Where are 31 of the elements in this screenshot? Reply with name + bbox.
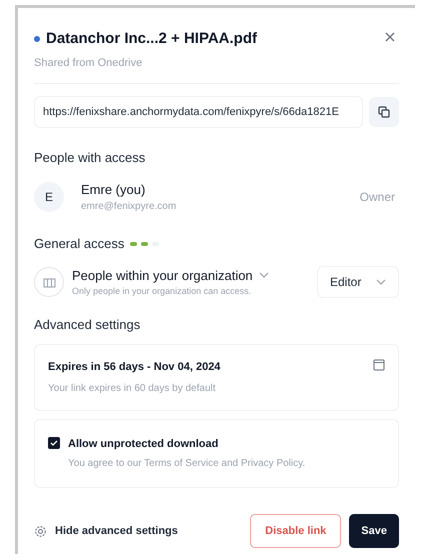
section-heading: General access xyxy=(34,235,124,253)
file-title: Datanchor Inc...2 + HIPAA.pdf xyxy=(46,29,258,49)
link-field[interactable]: https://fenixshare.anchormydata.com/fenixpyre/s/66da1821E xyxy=(34,96,363,128)
person-name: Emre (you) xyxy=(81,180,146,199)
avatar: E xyxy=(34,182,64,212)
access-scope-hint: Only people in your organization can access. xyxy=(72,285,252,298)
file-subtitle: Shared from Onedrive xyxy=(34,56,144,70)
download-label: Allow unprotected download xyxy=(68,436,220,452)
building-icon xyxy=(34,267,64,297)
chevron-down-icon xyxy=(258,272,269,278)
disable-link-button[interactable]: Disable link xyxy=(250,514,342,548)
expiry-title: Expires in 56 days - Nov 04, 2024 xyxy=(48,360,220,375)
person-email: emre@fenixpyre.com xyxy=(81,200,178,214)
calendar-icon[interactable] xyxy=(373,359,385,371)
download-hint: You agree to our Terms of Service and Privacy Policy. xyxy=(68,457,306,471)
chevron-down-icon xyxy=(376,279,386,285)
copy-icon xyxy=(378,106,390,118)
person-role: Owner xyxy=(360,188,395,206)
check-icon xyxy=(50,438,58,446)
permission-dropdown[interactable]: Editor xyxy=(317,266,399,298)
checkbox[interactable] xyxy=(48,436,60,448)
save-button[interactable]: Save xyxy=(349,514,399,548)
expiry-card[interactable]: Expires in 56 days - Nov 04, 2024 Your link expires in 60 days by default xyxy=(34,344,399,410)
gear-icon xyxy=(34,524,47,538)
expiry-hint: Your link expires in 60 days by default xyxy=(48,382,217,396)
copy-button[interactable] xyxy=(369,97,399,127)
advanced-toggle[interactable]: Hide advanced settings xyxy=(34,522,178,540)
section-heading: People with access xyxy=(34,149,146,167)
section-heading: Advanced settings xyxy=(34,316,142,334)
close-icon[interactable] xyxy=(385,32,395,42)
access-scope-dropdown[interactable]: People within your organization xyxy=(72,266,253,285)
